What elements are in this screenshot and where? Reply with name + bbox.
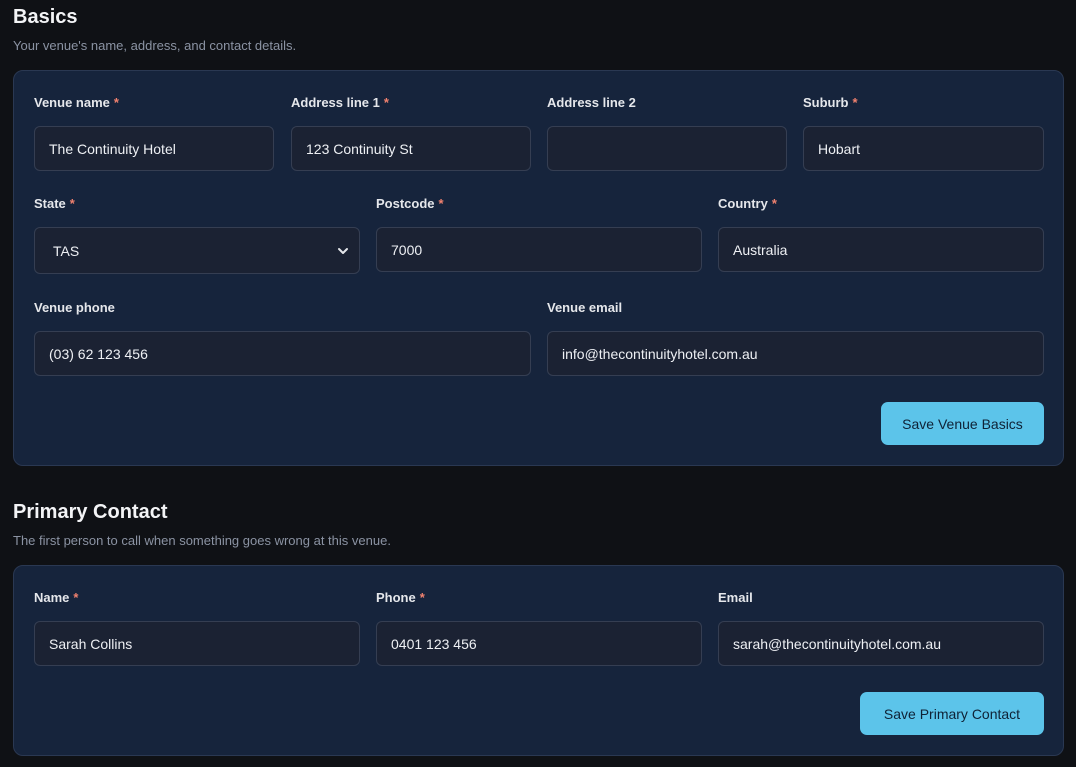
venue-phone-field: Venue phone (03) 62 123 456 (34, 300, 531, 376)
contact-phone-label: Phone (376, 590, 416, 605)
country-field: Country * Australia (718, 196, 1044, 272)
required-marker: * (113, 95, 119, 110)
venue-name-input[interactable]: The Continuity Hotel (34, 126, 274, 171)
basics-card: Venue name * The Continuity Hotel Address… (13, 70, 1064, 466)
save-venue-basics-button[interactable]: Save Venue Basics (881, 402, 1044, 445)
state-label: State (34, 196, 66, 211)
address-line-2-field: Address line 2 (547, 95, 787, 171)
address-line-2-label: Address line 2 (547, 95, 636, 110)
venue-name-label: Venue name (34, 95, 110, 110)
state-select-value: TAS (53, 242, 80, 259)
required-marker: * (771, 196, 777, 211)
postcode-input[interactable]: 7000 (376, 227, 702, 272)
venue-email-field: Venue email info@thecontinuityhotel.com.… (547, 300, 1044, 376)
postcode-label: Postcode (376, 196, 435, 211)
country-input[interactable]: Australia (718, 227, 1044, 272)
state-select[interactable]: TAS (34, 227, 360, 274)
suburb-input[interactable]: Hobart (803, 126, 1044, 171)
primary-contact-card: Name * Sarah Collins Phone * 0401 123 456 … (13, 565, 1064, 756)
contact-email-label: Email (718, 590, 753, 605)
contact-name-field: Name * Sarah Collins (34, 590, 360, 666)
required-marker: * (73, 590, 79, 605)
required-marker: * (383, 95, 389, 110)
section-title-basics: Basics (13, 6, 78, 28)
country-label: Country (718, 196, 768, 211)
contact-name-input[interactable]: Sarah Collins (34, 621, 360, 666)
suburb-field: Suburb * Hobart (803, 95, 1044, 171)
venue-email-label: Venue email (547, 300, 623, 315)
required-marker: * (438, 196, 444, 211)
required-marker: * (69, 196, 75, 211)
postcode-field: Postcode * 7000 (376, 196, 702, 272)
venue-phone-input[interactable]: (03) 62 123 456 (34, 331, 531, 376)
section-subtitle-primary-contact: The first person to call when something … (13, 533, 391, 548)
venue-phone-label: Venue phone (34, 300, 115, 315)
contact-phone-input[interactable]: 0401 123 456 (376, 621, 702, 666)
address-line-1-label: Address line 1 (291, 95, 380, 110)
address-line-1-field: Address line 1 * 123 Continuity St (291, 95, 531, 171)
address-line-1-input[interactable]: 123 Continuity St (291, 126, 531, 171)
contact-email-field: Email sarah@thecontinuityhotel.com.au (718, 590, 1044, 666)
required-marker: * (852, 95, 858, 110)
state-field: State * TAS (34, 196, 360, 274)
contact-email-input[interactable]: sarah@thecontinuityhotel.com.au (718, 621, 1044, 666)
suburb-label: Suburb (803, 95, 849, 110)
section-subtitle-basics: Your venue's name, address, and contact … (13, 38, 297, 53)
required-marker: * (419, 590, 425, 605)
address-line-2-input[interactable] (547, 126, 787, 171)
chevron-down-icon (338, 247, 348, 254)
venue-email-input[interactable]: info@thecontinuityhotel.com.au (547, 331, 1044, 376)
section-title-primary-contact: Primary Contact (13, 501, 168, 523)
venue-name-field: Venue name * The Continuity Hotel (34, 95, 274, 171)
contact-phone-field: Phone * 0401 123 456 (376, 590, 702, 666)
save-primary-contact-button[interactable]: Save Primary Contact (860, 692, 1044, 735)
contact-name-label: Name (34, 590, 70, 605)
